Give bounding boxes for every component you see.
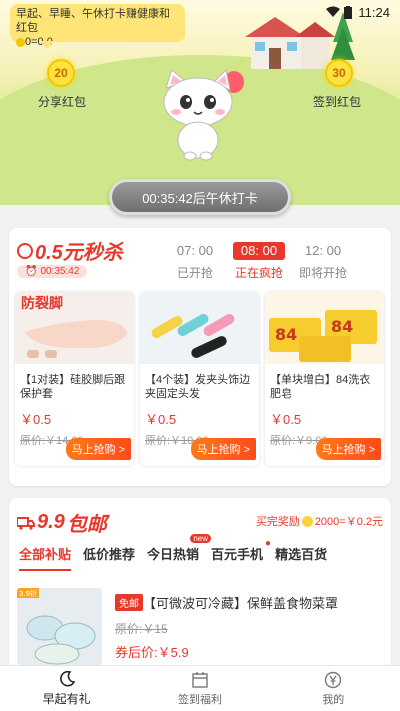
item-title: 【可微波可冷藏】保鲜盖食物菜罩 [143, 596, 339, 611]
checkin-coin-icon[interactable]: 30 [325, 59, 353, 87]
tab-all-subsidy[interactable]: 全部补贴 [19, 544, 72, 571]
coin-icon [301, 515, 313, 527]
product-image: 84 84 [265, 292, 384, 364]
svg-text:3.9折: 3.9折 [19, 589, 37, 598]
hot-dot-icon: ● [265, 538, 272, 549]
item-original-price: 原价:￥15 [115, 622, 168, 636]
cat-mascot-icon [163, 68, 244, 161]
free-shipping-logo: 9.9 包邮 [17, 508, 107, 537]
product-image: 防裂脚 [15, 292, 134, 364]
status-bar: 11:24 [0, 0, 400, 24]
nav-early-rise[interactable]: 早起有礼 [0, 666, 133, 711]
hero-banner: 早起、早睡、午休打卡赚健康和红包 0=0.0 20 30 分享红包 签到红包 [0, 0, 400, 205]
time-slots: 07: 00 已开抢 08: 00 正在疯抢 12: 00 即将开抢 [169, 242, 349, 281]
checkin-redpacket-label[interactable]: 签到红包 [313, 93, 361, 110]
free-shipping-card: 9.9 包邮 买完奖励 2000=￥0.2元 全部补贴 低价推荐 今日热销 new … [9, 498, 391, 678]
list-item[interactable]: 3.9折 免邮 【可微波可冷藏】保鲜盖食物菜罩 原价:￥15 券后价:￥5.9 [17, 586, 385, 666]
product-card[interactable]: 【4个装】发夹头饰边夹固定头发 ￥0.5 原价:￥10.00 马上抢购 > [140, 292, 259, 466]
bottom-nav: 早起有礼 签到福利 我的 [0, 665, 400, 711]
tab-selected-goods[interactable]: 精选百货 [275, 544, 327, 571]
truck-icon [17, 516, 35, 530]
time-slot-1200[interactable]: 12: 00 即将开抢 [297, 242, 349, 281]
purchase-reward: 买完奖励 2000=￥0.2元 [255, 515, 383, 528]
buy-now-button[interactable]: 马上抢购 > [190, 438, 256, 460]
svg-text:84: 84 [275, 325, 297, 344]
svg-text:防裂脚: 防裂脚 [21, 295, 63, 312]
item-coupon-price: 券后价:￥5.9 [115, 645, 189, 660]
product-card[interactable]: 84 84 【单块增白】84洗衣肥皂 ￥0.5 原价:￥9.00 马上抢购 > [265, 292, 384, 466]
tab-hot-today[interactable]: 今日热销 new [147, 534, 212, 571]
wifi-icon [326, 6, 341, 17]
product-image [140, 292, 259, 364]
share-redpacket-label[interactable]: 分享红包 [38, 93, 86, 110]
flash-product-list: 防裂脚 【1对装】硅胶脚后跟保护套 ￥0.5 原价:￥14.00 马上抢购 > … [15, 292, 384, 466]
buy-now-button[interactable]: 马上抢购 > [315, 438, 381, 460]
battery-icon [344, 5, 353, 19]
time-slot-0700[interactable]: 07: 00 已开抢 [169, 242, 221, 281]
calendar-icon [192, 671, 208, 688]
flash-sale-logo: 0.5元 秒杀 [17, 236, 123, 265]
yen-coin-icon [325, 671, 342, 688]
item-image: 3.9折 [17, 588, 102, 666]
status-time: 11:24 [358, 4, 390, 20]
nav-checkin-benefits[interactable]: 签到福利 [133, 666, 266, 711]
time-slot-0800[interactable]: 08: 00 正在疯抢 [233, 242, 285, 281]
svg-text:84: 84 [331, 317, 353, 336]
bubble-amount: 0=0.0 [25, 36, 53, 48]
flash-countdown: ⏰ 00:35:42 [17, 265, 88, 278]
alarm-clock-icon [17, 242, 33, 259]
bubble-coin-icon [16, 37, 25, 47]
share-coin-icon[interactable]: 20 [47, 59, 75, 87]
product-card[interactable]: 防裂脚 【1对装】硅胶脚后跟保护套 ￥0.5 原价:￥14.00 马上抢购 > [15, 292, 134, 466]
flash-sale-card: 0.5元 秒杀 ⏰ 00:35:42 07: 00 已开抢 08: 00 正在疯抢… [9, 228, 391, 486]
buy-now-button[interactable]: 马上抢购 > [65, 438, 131, 460]
nap-checkin-button[interactable]: 00:35:42后午休打卡 [109, 179, 291, 215]
moon-icon [59, 670, 75, 687]
tab-low-price[interactable]: 低价推荐 [83, 544, 135, 571]
free-shipping-tag: 免邮 [115, 594, 143, 611]
category-tabs: 全部补贴 低价推荐 今日热销 new 百元手机 ● 精选百货 [19, 534, 327, 571]
new-badge: new [190, 534, 212, 543]
clock-icon: ⏰ [25, 266, 38, 277]
nav-profile[interactable]: 我的 [267, 666, 400, 711]
tab-phones[interactable]: 百元手机 ● [211, 538, 271, 571]
